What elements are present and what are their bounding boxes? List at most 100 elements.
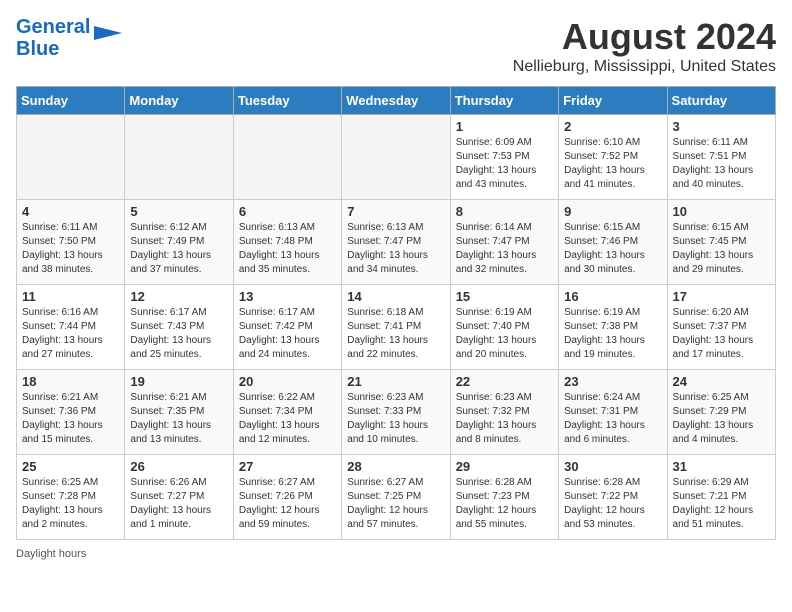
day-info: Sunrise: 6:21 AM Sunset: 7:35 PM Dayligh… — [130, 391, 227, 447]
calendar-table: SundayMondayTuesdayWednesdayThursdayFrid… — [16, 86, 776, 540]
day-number: 18 — [22, 374, 119, 389]
calendar-cell: 8Sunrise: 6:14 AM Sunset: 7:47 PM Daylig… — [450, 200, 558, 285]
calendar-cell: 27 Sunrise: 6:27 AM Sunset: 7:26 PM Dayli… — [233, 455, 341, 540]
calendar-cell: 17 Sunrise: 6:20 AM Sunset: 7:37 PM Dayli… — [667, 285, 775, 370]
day-number: 11 — [22, 289, 119, 304]
calendar-cell: 24Sunrise: 6:25 AM Sunset: 7:29 PM Dayli… — [667, 370, 775, 455]
day-info: Sunrise: 6:19 AM Sunset: 7:40 PM Dayligh… — [456, 306, 553, 362]
calendar-cell: 15 Sunrise: 6:19 AM Sunset: 7:40 PM Dayli… — [450, 285, 558, 370]
day-number: 7 — [347, 204, 444, 219]
calendar-cell: 22Sunrise: 6:23 AM Sunset: 7:32 PM Dayli… — [450, 370, 558, 455]
day-number: 13 — [239, 289, 336, 304]
calendar-cell — [233, 115, 341, 200]
calendar-cell: 19 Sunrise: 6:21 AM Sunset: 7:35 PM Dayli… — [125, 370, 233, 455]
day-info: Sunrise: 6:24 AM Sunset: 7:31 PM Dayligh… — [564, 391, 661, 447]
col-header-saturday: Saturday — [667, 87, 775, 115]
calendar-cell: 7Sunrise: 6:13 AM Sunset: 7:47 PM Daylig… — [342, 200, 450, 285]
calendar-cell: 21 Sunrise: 6:23 AM Sunset: 7:33 PM Dayli… — [342, 370, 450, 455]
subtitle: Nellieburg, Mississippi, United States — [513, 58, 776, 76]
calendar-cell: 3Sunrise: 6:11 AM Sunset: 7:51 PM Daylig… — [667, 115, 775, 200]
day-number: 21 — [347, 374, 444, 389]
main-title: August 2024 — [513, 16, 776, 58]
footer-note: Daylight hours — [16, 548, 776, 560]
day-number: 26 — [130, 459, 227, 474]
day-info: Sunrise: 6:25 AM Sunset: 7:29 PM Dayligh… — [673, 391, 770, 447]
logo-icon — [94, 26, 122, 40]
calendar-cell: 31 Sunrise: 6:29 AM Sunset: 7:21 PM Dayli… — [667, 455, 775, 540]
day-info: Sunrise: 6:19 AM Sunset: 7:38 PM Dayligh… — [564, 306, 661, 362]
calendar-cell: 20Sunrise: 6:22 AM Sunset: 7:34 PM Dayli… — [233, 370, 341, 455]
col-header-thursday: Thursday — [450, 87, 558, 115]
day-info: Sunrise: 6:26 AM Sunset: 7:27 PM Dayligh… — [130, 476, 227, 532]
calendar-cell: 13 Sunrise: 6:17 AM Sunset: 7:42 PM Dayli… — [233, 285, 341, 370]
header-row: SundayMondayTuesdayWednesdayThursdayFrid… — [17, 87, 776, 115]
day-info: Sunrise: 6:29 AM Sunset: 7:21 PM Dayligh… — [673, 476, 770, 532]
day-info: Sunrise: 6:18 AM Sunset: 7:41 PM Dayligh… — [347, 306, 444, 362]
col-header-sunday: Sunday — [17, 87, 125, 115]
day-info: Sunrise: 6:10 AM Sunset: 7:52 PM Dayligh… — [564, 136, 661, 192]
day-info: Sunrise: 6:20 AM Sunset: 7:37 PM Dayligh… — [673, 306, 770, 362]
calendar-cell: 12Sunrise: 6:17 AM Sunset: 7:43 PM Dayli… — [125, 285, 233, 370]
week-row: 25 Sunrise: 6:25 AM Sunset: 7:28 PM Dayli… — [17, 455, 776, 540]
calendar-cell — [342, 115, 450, 200]
page-header: General Blue August 2024 Nellieburg, Mis… — [16, 16, 776, 76]
day-info: Sunrise: 6:09 AM Sunset: 7:53 PM Dayligh… — [456, 136, 553, 192]
day-info: Sunrise: 6:27 AM Sunset: 7:26 PM Dayligh… — [239, 476, 336, 532]
day-number: 17 — [673, 289, 770, 304]
day-info: Sunrise: 6:17 AM Sunset: 7:42 PM Dayligh… — [239, 306, 336, 362]
day-number: 1 — [456, 119, 553, 134]
calendar-cell: 16Sunrise: 6:19 AM Sunset: 7:38 PM Dayli… — [559, 285, 667, 370]
logo-text: General Blue — [16, 16, 90, 60]
day-number: 6 — [239, 204, 336, 219]
day-number: 2 — [564, 119, 661, 134]
calendar-cell: 18 Sunrise: 6:21 AM Sunset: 7:36 PM Dayli… — [17, 370, 125, 455]
col-header-tuesday: Tuesday — [233, 87, 341, 115]
day-number: 31 — [673, 459, 770, 474]
day-info: Sunrise: 6:22 AM Sunset: 7:34 PM Dayligh… — [239, 391, 336, 447]
logo: General Blue — [16, 16, 122, 60]
week-row: 11 Sunrise: 6:16 AM Sunset: 7:44 PM Dayli… — [17, 285, 776, 370]
col-header-wednesday: Wednesday — [342, 87, 450, 115]
day-info: Sunrise: 6:16 AM Sunset: 7:44 PM Dayligh… — [22, 306, 119, 362]
day-info: Sunrise: 6:17 AM Sunset: 7:43 PM Dayligh… — [130, 306, 227, 362]
day-info: Sunrise: 6:27 AM Sunset: 7:25 PM Dayligh… — [347, 476, 444, 532]
day-info: Sunrise: 6:11 AM Sunset: 7:50 PM Dayligh… — [22, 221, 119, 277]
calendar-cell: 28Sunrise: 6:27 AM Sunset: 7:25 PM Dayli… — [342, 455, 450, 540]
calendar-cell: 1 Sunrise: 6:09 AM Sunset: 7:53 PM Daylig… — [450, 115, 558, 200]
week-row: 4 Sunrise: 6:11 AM Sunset: 7:50 PM Daylig… — [17, 200, 776, 285]
day-info: Sunrise: 6:14 AM Sunset: 7:47 PM Dayligh… — [456, 221, 553, 277]
day-number: 27 — [239, 459, 336, 474]
day-info: Sunrise: 6:21 AM Sunset: 7:36 PM Dayligh… — [22, 391, 119, 447]
calendar-cell: 10Sunrise: 6:15 AM Sunset: 7:45 PM Dayli… — [667, 200, 775, 285]
day-number: 29 — [456, 459, 553, 474]
calendar-cell: 4 Sunrise: 6:11 AM Sunset: 7:50 PM Daylig… — [17, 200, 125, 285]
calendar-cell: 2 Sunrise: 6:10 AM Sunset: 7:52 PM Daylig… — [559, 115, 667, 200]
day-info: Sunrise: 6:23 AM Sunset: 7:33 PM Dayligh… — [347, 391, 444, 447]
day-number: 4 — [22, 204, 119, 219]
calendar-cell: 29 Sunrise: 6:28 AM Sunset: 7:23 PM Dayli… — [450, 455, 558, 540]
day-info: Sunrise: 6:28 AM Sunset: 7:22 PM Dayligh… — [564, 476, 661, 532]
col-header-friday: Friday — [559, 87, 667, 115]
calendar-cell — [125, 115, 233, 200]
day-info: Sunrise: 6:15 AM Sunset: 7:45 PM Dayligh… — [673, 221, 770, 277]
day-number: 30 — [564, 459, 661, 474]
calendar-cell: 30 Sunrise: 6:28 AM Sunset: 7:22 PM Dayli… — [559, 455, 667, 540]
day-info: Sunrise: 6:15 AM Sunset: 7:46 PM Dayligh… — [564, 221, 661, 277]
calendar-cell: 25 Sunrise: 6:25 AM Sunset: 7:28 PM Dayli… — [17, 455, 125, 540]
day-number: 25 — [22, 459, 119, 474]
day-number: 22 — [456, 374, 553, 389]
title-area: August 2024 Nellieburg, Mississippi, Uni… — [513, 16, 776, 76]
day-info: Sunrise: 6:13 AM Sunset: 7:48 PM Dayligh… — [239, 221, 336, 277]
day-info: Sunrise: 6:11 AM Sunset: 7:51 PM Dayligh… — [673, 136, 770, 192]
day-number: 15 — [456, 289, 553, 304]
calendar-cell: 11 Sunrise: 6:16 AM Sunset: 7:44 PM Dayli… — [17, 285, 125, 370]
day-number: 14 — [347, 289, 444, 304]
day-number: 19 — [130, 374, 227, 389]
day-info: Sunrise: 6:25 AM Sunset: 7:28 PM Dayligh… — [22, 476, 119, 532]
day-info: Sunrise: 6:12 AM Sunset: 7:49 PM Dayligh… — [130, 221, 227, 277]
day-number: 9 — [564, 204, 661, 219]
calendar-cell: 9 Sunrise: 6:15 AM Sunset: 7:46 PM Daylig… — [559, 200, 667, 285]
day-info: Sunrise: 6:28 AM Sunset: 7:23 PM Dayligh… — [456, 476, 553, 532]
calendar-cell: 14 Sunrise: 6:18 AM Sunset: 7:41 PM Dayli… — [342, 285, 450, 370]
col-header-monday: Monday — [125, 87, 233, 115]
